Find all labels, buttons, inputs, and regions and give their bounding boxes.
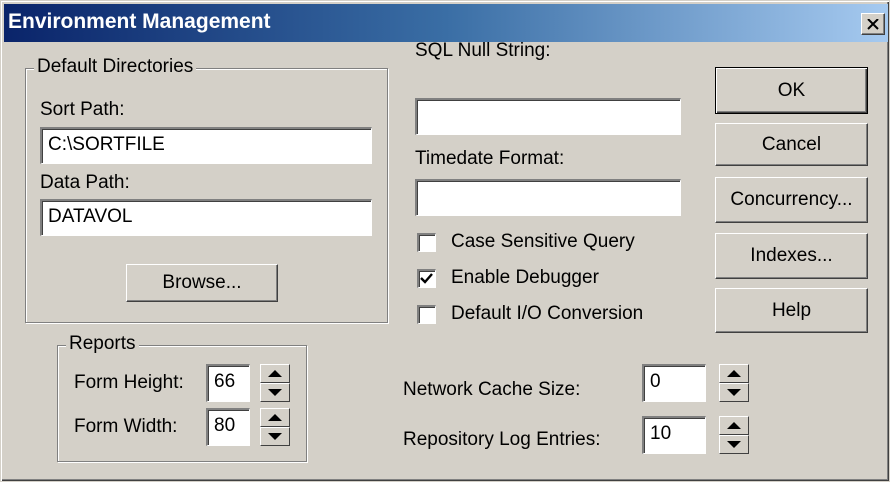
sql-null-string-label: SQL Null String: (415, 40, 551, 61)
sql-null-string-input[interactable] (415, 98, 681, 135)
indexes-button[interactable]: Indexes... (715, 233, 868, 279)
window-title: Environment Management (8, 10, 271, 33)
data-path-input[interactable]: DATAVOL (40, 199, 372, 236)
repository-log-entries-spinner[interactable] (719, 416, 749, 454)
help-button[interactable]: Help (715, 288, 868, 333)
network-cache-size-input[interactable]: 0 (642, 364, 706, 402)
default-io-conversion-checkbox[interactable] (417, 305, 436, 324)
up-arrow-icon (727, 421, 741, 429)
network-cache-size-up-button[interactable] (719, 364, 749, 383)
cancel-button-label: Cancel (761, 133, 822, 155)
form-width-up-button[interactable] (260, 408, 290, 427)
help-button-label: Help (771, 299, 812, 321)
form-width-label: Form Width: (74, 416, 178, 437)
case-sensitive-query-label: Case Sensitive Query (451, 231, 635, 252)
form-height-input[interactable]: 66 (206, 364, 250, 402)
default-directories-group: Default Directories Sort Path: C:\SORTFI… (25, 56, 388, 323)
up-arrow-icon (268, 369, 282, 377)
reports-group: Reports Form Height: 66 Form Width: 80 (57, 333, 307, 462)
up-arrow-icon (727, 369, 741, 377)
form-width-spinner[interactable] (260, 408, 290, 446)
form-width-down-button[interactable] (260, 427, 290, 446)
down-arrow-icon (727, 388, 741, 396)
down-arrow-icon (268, 388, 282, 396)
form-height-up-button[interactable] (260, 364, 290, 383)
ok-button-label: OK (777, 79, 806, 101)
form-height-down-button[interactable] (260, 383, 290, 402)
title-bar: Environment Management (4, 4, 888, 42)
default-directories-legend: Default Directories (34, 56, 197, 78)
close-button[interactable] (861, 13, 885, 35)
data-path-label: Data Path: (40, 172, 130, 193)
repository-log-entries-label: Repository Log Entries: (403, 429, 601, 450)
enable-debugger-checkbox[interactable] (417, 269, 436, 288)
repository-log-entries-input[interactable]: 10 (642, 416, 706, 454)
sort-path-label: Sort Path: (40, 99, 125, 120)
browse-button[interactable]: Browse... (126, 264, 278, 302)
form-height-spinner[interactable] (260, 364, 290, 402)
form-height-label: Form Height: (74, 372, 184, 393)
concurrency-button[interactable]: Concurrency... (715, 177, 868, 223)
close-icon (867, 18, 879, 30)
reports-legend: Reports (66, 333, 139, 355)
concurrency-button-label: Concurrency... (730, 189, 853, 210)
network-cache-size-down-button[interactable] (719, 383, 749, 402)
checkmark-icon (420, 273, 433, 284)
down-arrow-icon (268, 432, 282, 440)
repository-log-entries-down-button[interactable] (719, 435, 749, 454)
sort-path-input[interactable]: C:\SORTFILE (40, 127, 372, 164)
default-io-conversion-label: Default I/O Conversion (451, 303, 644, 324)
case-sensitive-query-checkbox[interactable] (417, 233, 436, 252)
network-cache-size-label: Network Cache Size: (403, 379, 581, 400)
repository-log-entries-up-button[interactable] (719, 416, 749, 435)
timedate-format-label: Timedate Format: (415, 148, 565, 169)
form-width-input[interactable]: 80 (206, 408, 250, 446)
environment-management-dialog: Environment Management Default Directori… (0, 0, 890, 482)
down-arrow-icon (727, 440, 741, 448)
cancel-button[interactable]: Cancel (715, 123, 868, 166)
enable-debugger-label: Enable Debugger (451, 267, 599, 288)
timedate-format-input[interactable] (415, 179, 681, 216)
up-arrow-icon (268, 413, 282, 421)
ok-button[interactable]: OK (715, 67, 868, 114)
indexes-button-label: Indexes... (750, 245, 833, 266)
network-cache-size-spinner[interactable] (719, 364, 749, 402)
browse-button-label: Browse... (162, 272, 242, 293)
